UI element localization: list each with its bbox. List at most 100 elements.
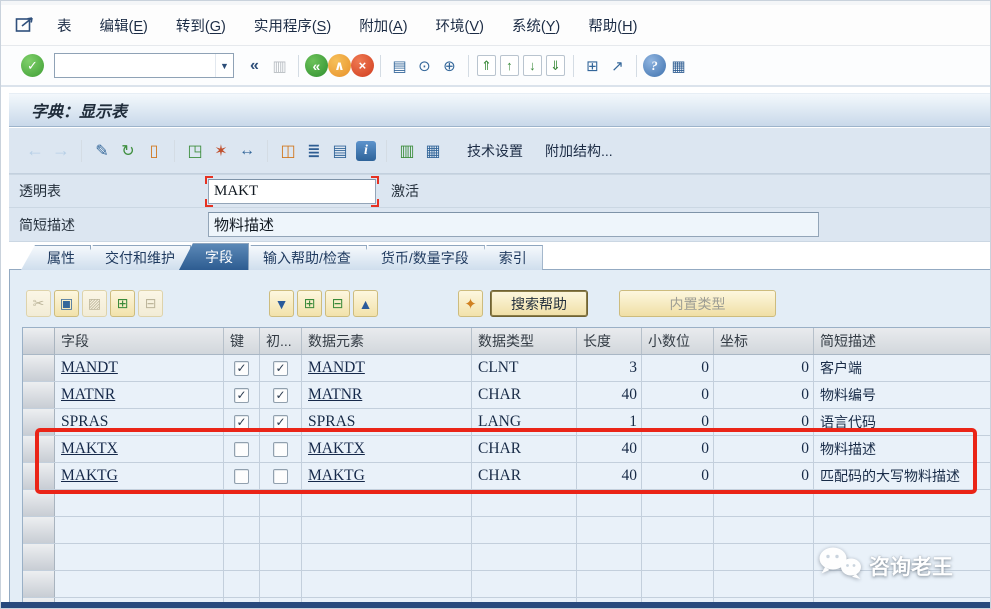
move-field-icon[interactable]: ◳ <box>183 139 207 163</box>
menu-item[interactable]: 系统(Y) <box>512 15 560 36</box>
field-name-cell[interactable]: MATNR <box>55 382 224 408</box>
create-shortcut-icon[interactable]: ↗ <box>605 53 630 78</box>
column-header[interactable]: 初... <box>260 328 302 354</box>
key-icon[interactable]: ✦ <box>458 290 483 317</box>
row-selector[interactable] <box>23 544 55 570</box>
row-selector[interactable] <box>23 490 55 516</box>
delete-row-icon[interactable]: ⊟ <box>138 290 163 317</box>
enter-icon[interactable]: ✓ <box>21 54 44 77</box>
column-header[interactable]: 简短描述 <box>814 328 991 354</box>
info-icon[interactable]: i <box>356 141 376 161</box>
field-name-cell[interactable]: MAKTX <box>55 436 224 462</box>
column-header[interactable]: 数据类型 <box>472 328 577 354</box>
where-used-icon[interactable]: ↔ <box>235 139 259 163</box>
collapse-toolbar-icon[interactable]: « <box>250 57 259 75</box>
filter-icon[interactable]: ▼ <box>269 290 294 317</box>
menu-item[interactable]: 转到(G) <box>176 15 226 36</box>
initial-checkbox[interactable]: ✓ <box>273 361 288 376</box>
last-page-icon[interactable]: ⇓ <box>546 55 565 76</box>
new-session-icon[interactable]: ⊞ <box>580 53 605 78</box>
initial-checkbox[interactable]: ✓ <box>273 415 288 430</box>
hierarchy-icon[interactable]: ◫ <box>276 139 300 163</box>
key-checkbox[interactable]: ✓ <box>234 415 249 430</box>
initial-checkbox[interactable]: ✓ <box>273 388 288 403</box>
menu-item[interactable]: 环境(V) <box>436 15 484 36</box>
sort-fields-icon[interactable]: ▲ <box>353 290 378 317</box>
row-selector[interactable] <box>23 571 55 597</box>
tab-item[interactable]: 货币/数量字段 <box>355 245 485 270</box>
table-name-field[interactable] <box>208 179 376 204</box>
short-description-field[interactable] <box>208 212 819 237</box>
field-name-cell[interactable]: MAKTG <box>55 463 224 489</box>
column-header[interactable]: 键 <box>224 328 260 354</box>
data-element-cell[interactable]: MAKTG <box>302 463 472 489</box>
save-icon[interactable]: ▥ <box>267 53 292 78</box>
row-selector[interactable] <box>23 382 55 408</box>
copy-icon[interactable]: ▯ <box>142 139 166 163</box>
data-element-cell[interactable]: MATNR <box>302 382 472 408</box>
command-dropdown-icon[interactable]: ▼ <box>215 54 233 77</box>
forward-nav-icon[interactable]: → <box>49 139 73 163</box>
cut-icon[interactable]: ✂ <box>26 290 51 317</box>
help-icon[interactable]: ? <box>643 54 666 77</box>
menu-item[interactable]: 附加(A) <box>359 15 407 36</box>
builtin-type-button[interactable]: 内置类型 <box>619 290 776 317</box>
exit-icon[interactable]: × <box>351 54 374 77</box>
row-selector[interactable] <box>23 517 55 543</box>
up-icon[interactable]: ∧ <box>328 54 351 77</box>
column-header[interactable]: 小数位 <box>642 328 714 354</box>
print-icon[interactable]: ▤ <box>387 53 412 78</box>
page-up-icon[interactable]: ↑ <box>500 55 519 76</box>
menu-item[interactable]: 帮助(H) <box>588 15 637 36</box>
data-element-cell[interactable]: MAKTX <box>302 436 472 462</box>
key-checkbox[interactable]: ✓ <box>234 361 249 376</box>
key-checkbox[interactable] <box>234 442 249 457</box>
system-menu-icon[interactable] <box>15 14 41 36</box>
first-page-icon[interactable]: ⇑ <box>477 55 496 76</box>
row-selector[interactable] <box>23 436 55 462</box>
page-down-icon[interactable]: ↓ <box>523 55 542 76</box>
column-header[interactable]: 长度 <box>577 328 642 354</box>
tab-item[interactable]: 交付和维护 <box>79 245 191 270</box>
customize-layout-icon[interactable]: ▦ <box>666 53 691 78</box>
key-checkbox[interactable]: ✓ <box>234 388 249 403</box>
search-help-button[interactable]: 搜索帮助 <box>490 290 588 317</box>
delete-field-icon[interactable]: ⊟ <box>325 290 350 317</box>
table-view-icon[interactable]: ▦ <box>421 139 445 163</box>
table-contents-icon[interactable]: ▤ <box>328 139 352 163</box>
initial-checkbox[interactable] <box>273 442 288 457</box>
insert-row-icon[interactable]: ⊞ <box>110 290 135 317</box>
copy-rows-icon[interactable]: ▣ <box>54 290 79 317</box>
row-selector[interactable] <box>23 355 55 381</box>
display-change-icon[interactable]: ✎ <box>90 139 114 163</box>
back-icon[interactable]: « <box>305 54 328 77</box>
back-nav-icon[interactable]: ← <box>23 139 47 163</box>
refresh-icon[interactable]: ↻ <box>116 139 140 163</box>
activate-wand-icon[interactable]: ✶ <box>209 139 233 163</box>
data-element-cell[interactable]: SPRAS <box>302 409 472 435</box>
menu-item[interactable]: 表 <box>57 15 72 36</box>
field-layout-icon[interactable]: ▥ <box>395 139 419 163</box>
row-selector[interactable] <box>23 463 55 489</box>
field-name-cell[interactable]: SPRAS <box>55 409 224 435</box>
tab-item[interactable]: 属性 <box>21 245 91 270</box>
find-next-icon[interactable]: ⊕ <box>437 53 462 78</box>
tab-item[interactable]: 输入帮助/检查 <box>237 245 367 270</box>
technical-settings-button[interactable]: 技术设置 <box>467 141 523 161</box>
append-structure-button[interactable]: 附加结构... <box>545 141 613 161</box>
command-input[interactable] <box>55 55 215 76</box>
menu-item[interactable]: 编辑(E) <box>100 15 148 36</box>
paste-rows-icon[interactable]: ▨ <box>82 290 107 317</box>
data-element-cell[interactable]: MANDT <box>302 355 472 381</box>
insert-field-icon[interactable]: ⊞ <box>297 290 322 317</box>
initial-checkbox[interactable] <box>273 469 288 484</box>
field-name-cell[interactable]: MANDT <box>55 355 224 381</box>
find-icon[interactable]: ⊙ <box>412 53 437 78</box>
key-checkbox[interactable] <box>234 469 249 484</box>
column-header[interactable]: 字段 <box>55 328 224 354</box>
column-header[interactable]: 数据元素 <box>302 328 472 354</box>
menu-item[interactable]: 实用程序(S) <box>254 15 331 36</box>
column-header[interactable]: 坐标 <box>714 328 814 354</box>
sort-icon[interactable]: ≣ <box>302 139 326 163</box>
row-selector[interactable] <box>23 409 55 435</box>
